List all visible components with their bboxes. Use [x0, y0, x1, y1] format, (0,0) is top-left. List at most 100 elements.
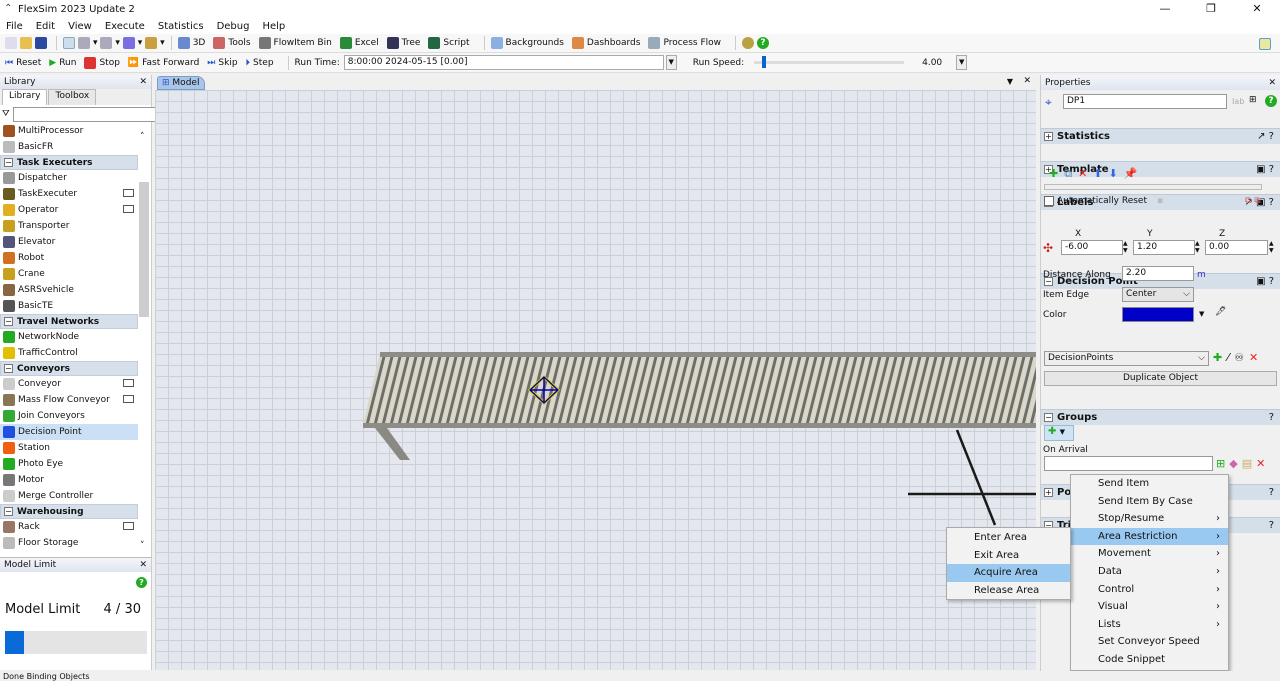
pointer-icon[interactable] [63, 37, 75, 49]
z-field[interactable]: 0.00 [1205, 240, 1268, 255]
eyedropper-icon[interactable]: 🖋 [1215, 307, 1226, 317]
library-category-warehousing[interactable]: − Warehousing [0, 504, 138, 519]
collapse-icon[interactable]: − [4, 158, 13, 167]
library-item-dispatcher[interactable]: Dispatcher [0, 170, 138, 186]
eyedropper-icon[interactable]: ⁄ [1227, 351, 1229, 364]
section-statistics[interactable]: + Statistics ↗ ? [1041, 128, 1280, 144]
menu-help[interactable]: Help [262, 21, 285, 32]
library-item-multiprocessor[interactable]: MultiProcessor [0, 123, 138, 139]
collapse-icon[interactable]: − [4, 364, 13, 373]
menu-item-send-item[interactable]: Send Item [1071, 475, 1228, 493]
save-icon[interactable] [35, 37, 47, 49]
menu-item-data[interactable]: Data › [1071, 563, 1228, 581]
library-item-station[interactable]: Station [0, 440, 138, 456]
skip-button[interactable]: ⏭ Skip [207, 58, 237, 68]
library-category-travel-networks[interactable]: − Travel Networks [0, 314, 138, 329]
tree-icon[interactable]: ⊞ [1249, 95, 1257, 105]
section-groups[interactable]: − Groups? [1041, 409, 1280, 425]
object-name-field[interactable]: DP1 [1063, 94, 1227, 109]
minimize-button[interactable]: — [1142, 0, 1188, 18]
library-item-transporter[interactable]: Transporter [0, 218, 138, 234]
collapse-icon[interactable]: − [4, 317, 13, 326]
close-icon[interactable]: ✕ [1023, 76, 1031, 86]
help-icon[interactable]: ? [136, 577, 147, 588]
excel-button[interactable]: Excel [339, 37, 379, 49]
menu-item-exit-area[interactable]: Exit Area [947, 547, 1070, 565]
x-spinner[interactable]: ▲ ▼ [1123, 240, 1128, 254]
color-swatch[interactable] [1122, 307, 1194, 322]
z-spinner[interactable]: ▲ ▼ [1269, 240, 1274, 254]
menu-execute[interactable]: Execute [105, 21, 145, 32]
library-category-conveyors[interactable]: − Conveyors [0, 361, 138, 376]
y-spinner[interactable]: ▲ ▼ [1195, 240, 1200, 254]
library-item-decision-point[interactable]: Decision Point [0, 424, 138, 440]
tools-button[interactable]: Tools [213, 37, 251, 49]
menu-item-movement[interactable]: Movement › [1071, 545, 1228, 563]
move-up-icon[interactable]: ⬆ [1093, 167, 1102, 181]
create-mode-icon[interactable] [123, 379, 134, 387]
menu-item-stop-resume[interactable]: Stop/Resume › [1071, 510, 1228, 528]
library-item-robot[interactable]: Robot [0, 250, 138, 266]
add-label-icon[interactable]: ✚ [1049, 167, 1058, 181]
menu-item-area-restriction[interactable]: Area Restriction › [1071, 527, 1228, 546]
library-item-motor[interactable]: Motor [0, 472, 138, 488]
library-item-taskexecuter[interactable]: TaskExecuter [0, 186, 138, 202]
menu-edit[interactable]: Edit [36, 21, 55, 32]
new-icon[interactable] [5, 37, 17, 49]
open-icon[interactable] [20, 37, 32, 49]
library-item-basicte[interactable]: BasicTE [0, 298, 138, 314]
tab-library[interactable]: Library [2, 89, 48, 105]
run-time-dropdown[interactable]: ▼ [665, 55, 677, 70]
labels-table[interactable] [1044, 184, 1262, 190]
create-mode-icon[interactable] [123, 205, 134, 213]
close-button[interactable]: ✕ [1234, 0, 1280, 18]
process-flow-button[interactable]: Process Flow [648, 37, 721, 49]
tab-model[interactable]: ⊞ Model [157, 76, 205, 90]
create-mode-icon[interactable] [123, 189, 134, 197]
3d-button[interactable]: 3D [177, 37, 205, 49]
backgrounds-button[interactable]: Backgrounds [490, 37, 564, 49]
x-field[interactable]: -6.00 [1061, 240, 1123, 255]
collapse-icon[interactable]: − [4, 507, 13, 516]
y-field[interactable]: 1.20 [1133, 240, 1195, 255]
library-item-merge-controller[interactable]: Merge Controller [0, 488, 138, 504]
dashboards-button[interactable]: Dashboards [571, 37, 640, 49]
menu-file[interactable]: File [6, 21, 23, 32]
help-icon[interactable]: ? [1265, 95, 1277, 107]
menu-item-lists[interactable]: Lists › [1071, 616, 1228, 634]
menu-item-control[interactable]: Control › [1071, 581, 1228, 599]
reset-button[interactable]: ⏮ Reset [5, 58, 41, 68]
menu-item-release-area[interactable]: Release Area [947, 582, 1070, 600]
auto-reset-checkbox[interactable]: Automatically Reset ▪ [1044, 196, 1163, 206]
script-button[interactable]: Script [428, 37, 470, 49]
flowitem-bin-button[interactable]: FlowItem Bin [258, 37, 332, 49]
eraser-icon[interactable]: ◆ [1229, 457, 1237, 470]
tree-button[interactable]: Tree [386, 37, 420, 49]
run-time-field[interactable]: 8:00:00 2024-05-15 [0.00] [343, 55, 664, 70]
move-down-icon[interactable]: ⬇ [1109, 167, 1118, 181]
help-icon[interactable]: ? [757, 37, 769, 49]
library-item-mass-flow-conveyor[interactable]: Mass Flow Conveyor [0, 392, 138, 408]
menu-item-acquire-area[interactable]: Acquire Area [947, 564, 1070, 582]
library-item-basicfr[interactable]: BasicFR [0, 139, 138, 155]
library-item-join-conveyors[interactable]: Join Conveyors [0, 408, 138, 424]
run-button[interactable]: ▶ Run [49, 58, 76, 68]
create-mode-icon[interactable] [123, 522, 134, 530]
fast-forward-button[interactable]: ⏩ Fast Forward [128, 58, 199, 68]
remove-group-icon[interactable]: ✕ [1249, 351, 1258, 364]
delete-label-icon[interactable]: ✕ [1078, 167, 1087, 181]
library-item-elevator[interactable]: Elevator [0, 234, 138, 250]
maximize-button[interactable]: ❐ [1188, 0, 1234, 18]
menu-item-code-snippet[interactable]: Code Snippet [1071, 651, 1228, 669]
copy-label-icon[interactable]: ⧉ [1064, 167, 1072, 181]
library-item-rack[interactable]: Rack [0, 519, 138, 535]
select-icon[interactable] [145, 37, 158, 49]
stop-button[interactable]: Stop [84, 56, 120, 69]
close-icon[interactable]: ✕ [1268, 78, 1276, 88]
library-item-conveyor[interactable]: Conveyor [0, 376, 138, 392]
conveyor[interactable] [363, 352, 1036, 460]
view-menu-dropdown[interactable]: ▼ [1007, 77, 1013, 86]
menu-item-visual[interactable]: Visual › [1071, 598, 1228, 616]
library-item-networknode[interactable]: NetworkNode [0, 329, 138, 345]
step-button[interactable]: ⏵ Step [246, 58, 274, 68]
